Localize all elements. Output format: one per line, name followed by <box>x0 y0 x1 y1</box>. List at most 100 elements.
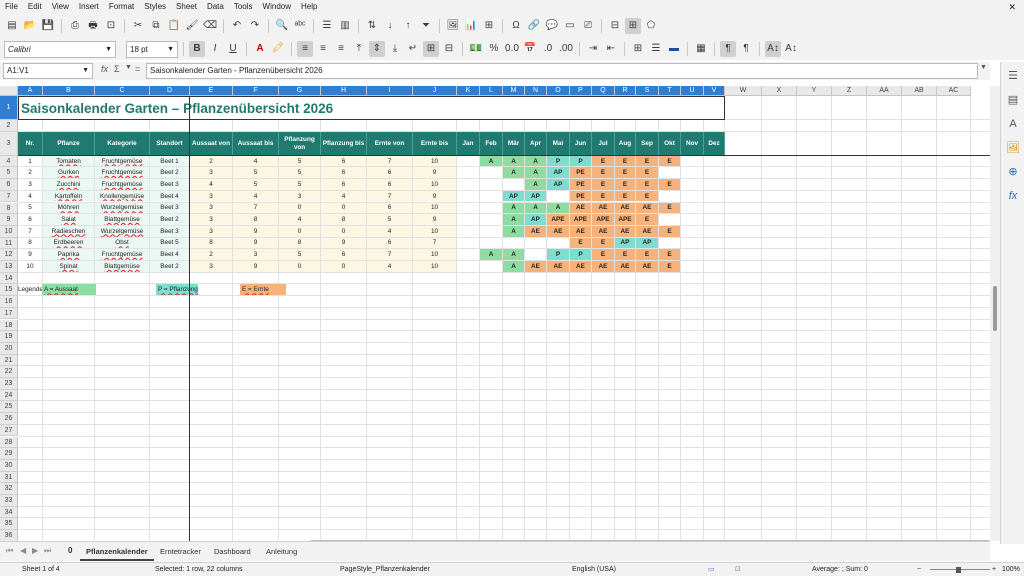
data-cell[interactable]: Knollengemüse <box>95 190 149 202</box>
format-as-percent-icon[interactable]: % <box>486 41 502 57</box>
data-cell[interactable]: Blattgemüse <box>95 261 149 272</box>
column-header-a[interactable]: A <box>18 86 43 96</box>
column-header-u[interactable]: U <box>681 86 704 96</box>
month-cell[interactable]: AP <box>503 190 524 202</box>
navigator-icon[interactable]: ⊕ <box>1005 164 1021 180</box>
column-header-b[interactable]: B <box>43 86 95 96</box>
paste-icon[interactable]: 📋 <box>166 18 182 34</box>
month-cell[interactable]: APE <box>547 214 569 225</box>
chevron-down-icon[interactable]: ▼ <box>125 64 132 71</box>
formula-input[interactable]: Saisonkalender Garten - Pflanzenübersich… <box>146 63 978 79</box>
first-sheet-icon[interactable]: ⏮ <box>6 546 13 556</box>
row-header-17[interactable]: 17 <box>0 307 18 320</box>
data-cell[interactable]: 3 <box>190 225 232 237</box>
data-cell[interactable]: 4 <box>367 225 412 237</box>
row-header-35[interactable]: 35 <box>0 518 18 531</box>
data-cell[interactable]: 9 <box>321 237 366 249</box>
column-header-l[interactable]: L <box>480 86 503 96</box>
data-cell[interactable]: 4 <box>367 261 412 272</box>
month-cell[interactable]: E <box>615 155 635 167</box>
add-decimal-icon[interactable]: .0 <box>540 41 556 57</box>
month-cell[interactable]: E <box>636 167 658 179</box>
row-header-26[interactable]: 26 <box>0 413 18 425</box>
month-cell[interactable] <box>503 237 524 249</box>
zoom-out-icon[interactable]: − <box>917 563 921 576</box>
month-cell[interactable] <box>681 214 703 225</box>
month-cell[interactable]: AP <box>615 237 635 249</box>
hamburger-menu-icon[interactable]: ☰ <box>1005 68 1021 84</box>
month-cell[interactable] <box>704 237 724 249</box>
row-header-11[interactable]: 11 <box>0 237 18 250</box>
data-cell[interactable]: Fruchtgemüse <box>95 167 149 179</box>
data-cell[interactable]: 6 <box>321 167 366 179</box>
month-cell[interactable] <box>457 249 479 260</box>
tab-anleitung[interactable]: Anleitung <box>260 542 303 561</box>
month-cell[interactable]: E <box>659 155 680 167</box>
month-cell[interactable]: AE <box>570 261 591 272</box>
vertical-text-alt-icon[interactable]: A↕ <box>783 41 799 57</box>
align-center-icon[interactable]: ≡ <box>315 41 331 57</box>
data-cell[interactable]: 0 <box>321 261 366 272</box>
row-header-3[interactable]: 3 <box>0 131 18 156</box>
data-cell[interactable]: Beet 3 <box>150 225 189 237</box>
row-header-13[interactable]: 13 <box>0 261 18 273</box>
data-cell[interactable]: Beet 5 <box>150 237 189 249</box>
sort-descending-icon[interactable]: ↑ <box>400 18 416 34</box>
data-cell[interactable]: 3 <box>190 214 232 225</box>
column-header-w[interactable]: W <box>725 86 762 96</box>
column-header-d[interactable]: D <box>150 86 190 96</box>
month-cell[interactable]: AE <box>570 202 591 214</box>
gallery-icon[interactable]: 🖼 <box>1005 140 1021 156</box>
month-cell[interactable] <box>457 225 479 237</box>
plant-name-cell[interactable]: Salat <box>43 214 94 225</box>
month-cell[interactable] <box>525 237 546 249</box>
month-cell[interactable]: AP <box>525 190 546 202</box>
find-replace-icon[interactable]: 🔍 <box>274 18 290 34</box>
row-header-6[interactable]: 6 <box>0 179 18 191</box>
row-header-7[interactable]: 7 <box>0 190 18 203</box>
month-cell[interactable] <box>503 179 524 190</box>
cut-icon[interactable]: ✂ <box>130 18 146 34</box>
data-cell[interactable]: 6 <box>367 202 412 214</box>
month-cell[interactable]: A <box>503 202 524 214</box>
language[interactable]: English (USA) <box>572 563 616 576</box>
month-cell[interactable]: E <box>570 237 591 249</box>
month-cell[interactable]: A <box>525 202 546 214</box>
data-cell[interactable]: 7 <box>18 225 42 237</box>
row-header-34[interactable]: 34 <box>0 506 18 519</box>
hyperlink-icon[interactable]: 🔗 <box>526 18 542 34</box>
tab-pflanzenkalender[interactable]: Pflanzenkalender <box>80 542 154 561</box>
row-header-9[interactable]: 9 <box>0 214 18 226</box>
data-cell[interactable]: 8 <box>279 237 320 249</box>
vertical-scrollbar[interactable] <box>990 86 1000 541</box>
data-cell[interactable]: 10 <box>413 249 456 260</box>
comment-icon[interactable]: 💬 <box>544 18 560 34</box>
previous-sheet-icon[interactable]: ◀ <box>20 546 26 555</box>
data-cell[interactable]: 5 <box>233 167 278 179</box>
month-cell[interactable] <box>704 179 724 190</box>
month-cell[interactable]: P <box>547 249 569 260</box>
zoom-slider-handle[interactable] <box>956 567 961 573</box>
row-header-36[interactable]: 36 <box>0 530 18 541</box>
clear-formatting-icon[interactable]: ⌫ <box>202 18 218 34</box>
plant-name-cell[interactable]: Möhren <box>43 202 94 214</box>
column-header-o[interactable]: O <box>547 86 570 96</box>
borders-icon[interactable]: ⊞ <box>630 41 646 57</box>
data-cell[interactable]: 6 <box>321 179 366 190</box>
column-header-j[interactable]: J <box>413 86 457 96</box>
month-cell[interactable]: A <box>480 155 502 167</box>
chevron-down-icon[interactable]: ▼ <box>167 42 174 57</box>
data-cell[interactable]: 0 <box>321 225 366 237</box>
data-cell[interactable]: 5 <box>367 214 412 225</box>
month-cell[interactable] <box>480 237 502 249</box>
split-window-icon[interactable]: ⊞ <box>625 18 641 34</box>
month-cell[interactable]: E <box>659 179 680 190</box>
month-cell[interactable] <box>457 237 479 249</box>
month-cell[interactable] <box>704 261 724 272</box>
data-cell[interactable]: 3 <box>279 190 320 202</box>
freeze-rows-columns-icon[interactable]: ⊟ <box>607 18 623 34</box>
month-cell[interactable]: A <box>503 225 524 237</box>
row-header-24[interactable]: 24 <box>0 389 18 402</box>
data-cell[interactable]: 9 <box>413 167 456 179</box>
menu-format[interactable]: Format <box>104 0 139 14</box>
